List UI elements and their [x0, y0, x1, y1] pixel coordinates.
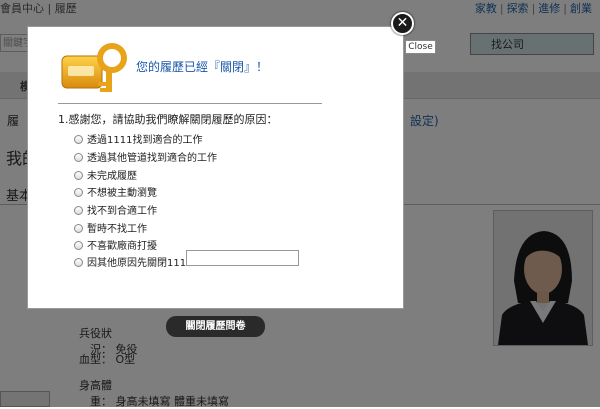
survey-question: 1.感謝您，請協助我們瞭解關閉履歷的原因：: [58, 113, 278, 126]
radio-button[interactable]: [74, 153, 83, 162]
reason-option-employer-disturbance[interactable]: 不喜歡廠商打擾: [74, 237, 157, 252]
radio-button[interactable]: [74, 171, 83, 180]
radio-button[interactable]: [74, 224, 83, 233]
reason-option-other[interactable]: 因其他原因先關閉1111: [74, 254, 193, 269]
key-lock-icon: [61, 43, 127, 92]
reason-option-found-elsewhere[interactable]: 透過其他管道找到適合的工作: [74, 149, 217, 164]
option-label: 未完成履歷: [87, 171, 137, 182]
close-icon[interactable]: ✕: [391, 12, 414, 35]
radio-button[interactable]: [74, 241, 83, 250]
option-label: 暫時不找工作: [87, 224, 147, 235]
radio-button[interactable]: [74, 206, 83, 215]
dialog-divider: [58, 103, 322, 104]
reason-option-incomplete-resume[interactable]: 未完成履歷: [74, 167, 137, 182]
radio-button[interactable]: [74, 258, 83, 267]
reason-option-found-via-1111[interactable]: 透過1111找到適合的工作: [74, 131, 203, 146]
reason-option-no-suitable-job[interactable]: 找不到合適工作: [74, 202, 157, 217]
option-label: 找不到合適工作: [87, 206, 157, 217]
reason-option-no-browsing[interactable]: 不想被主動瀏覽: [74, 184, 157, 199]
option-label: 不想被主動瀏覽: [87, 188, 157, 199]
radio-button[interactable]: [74, 188, 83, 197]
close-resume-survey-button[interactable]: 關閉履歷問卷: [166, 316, 265, 337]
close-resume-dialog: 您的履歷已經『關閉』！ 1.感謝您，請協助我們瞭解關閉履歷的原因： 透過1111…: [27, 26, 404, 309]
option-label: 透過1111找到適合的工作: [87, 135, 203, 146]
option-label: 因其他原因先關閉1111: [87, 258, 193, 269]
close-tooltip: Close: [405, 40, 436, 54]
radio-button[interactable]: [74, 135, 83, 144]
option-label: 透過其他管道找到適合的工作: [87, 153, 217, 164]
reason-option-pause-search[interactable]: 暫時不找工作: [74, 220, 147, 235]
dialog-title: 您的履歷已經『關閉』！: [136, 60, 269, 74]
option-label: 不喜歡廠商打擾: [87, 241, 157, 252]
other-reason-input[interactable]: [186, 250, 299, 266]
